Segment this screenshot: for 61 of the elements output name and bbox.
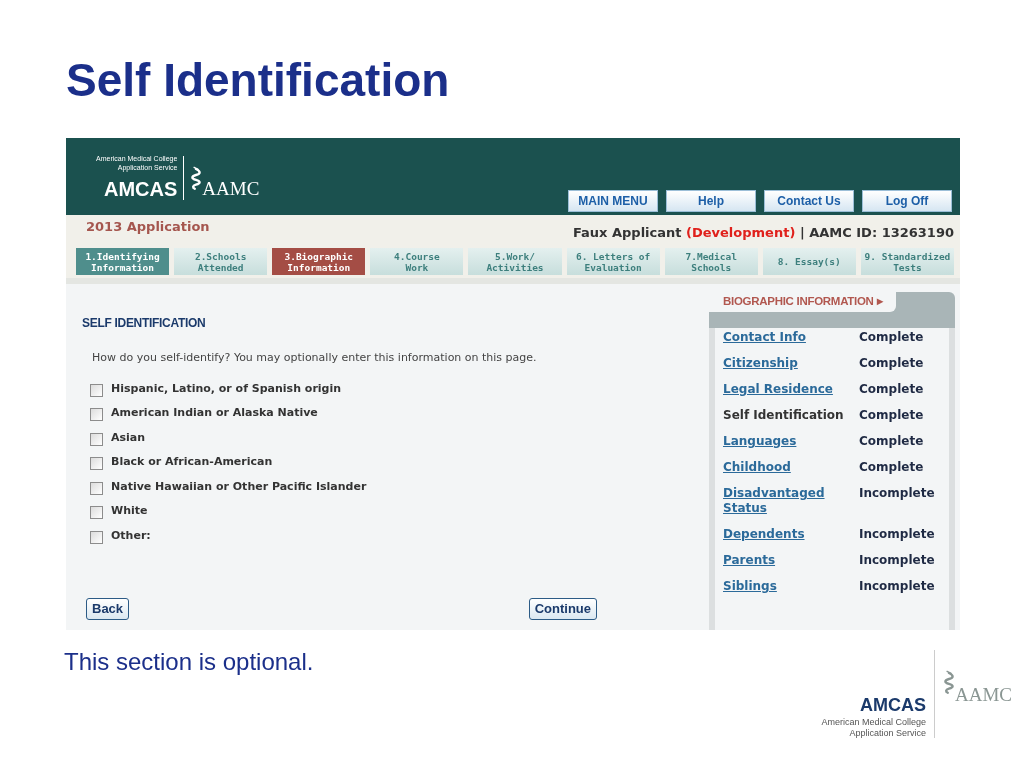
step-tab[interactable]: 9. Standardized Tests [860, 248, 954, 275]
checkbox[interactable] [90, 530, 103, 544]
form-button[interactable]: Continue [528, 598, 597, 620]
section-link[interactable]: Citizenship [723, 356, 859, 371]
checkbox[interactable] [90, 383, 103, 397]
step-tab[interactable]: 2.Schools Attended [174, 248, 268, 275]
step-tab[interactable]: 1.Identifying Information [76, 248, 170, 275]
step-tab[interactable]: 8. Essay(s) [762, 248, 856, 275]
checkbox[interactable] [90, 457, 103, 471]
section-heading: SELF IDENTIFICATION [82, 315, 207, 332]
step-tab[interactable]: 7.Medical Schools [664, 248, 758, 275]
aamc-logo-text: AAMC [955, 685, 1012, 704]
amcas-logo-text: AMCAS [104, 177, 178, 202]
sidebar-heading: BIOGRAPHIC INFORMATION ▸ [709, 292, 897, 312]
slide-title: Self Identification [66, 57, 450, 103]
checkbox[interactable] [90, 481, 103, 495]
nav-button[interactable]: Help [666, 190, 756, 212]
section-status: Complete [859, 356, 924, 371]
section-status: Incomplete [859, 486, 935, 502]
slide-caption: This section is optional. [64, 647, 314, 677]
option-label: Asian [111, 429, 146, 446]
nav-button[interactable]: Contact Us [764, 190, 854, 212]
section-status: Incomplete [859, 579, 935, 594]
step-tab[interactable]: 5.Work/ Activities [468, 248, 562, 275]
question-text: How do you self-identify? You may optionally enter this information on this page. [92, 350, 538, 366]
checkbox[interactable] [90, 432, 103, 446]
application-year: 2013 Application [86, 218, 210, 236]
section-status: Incomplete [859, 527, 935, 542]
option-label: Black or African-American [111, 454, 273, 470]
step-tab[interactable]: 6. Letters of Evaluation [566, 248, 660, 275]
current-section-label: Self Identification [723, 408, 845, 423]
section-link[interactable]: Disadvantaged Status [723, 486, 859, 516]
section-link[interactable]: Contact Info [723, 330, 859, 345]
aamc-logo-text: AAMC [202, 179, 260, 198]
section-link[interactable]: Parents [723, 553, 859, 568]
section-link[interactable]: Languages [723, 434, 859, 449]
option-label: Hispanic, Latino, or of Spanish origin [111, 380, 342, 397]
step-tab[interactable]: 3.Biographic Information [272, 248, 366, 275]
section-link[interactable]: Childhood [723, 460, 859, 475]
logo-org-name: American Medical College Application Service [821, 717, 926, 739]
section-status: Complete [859, 382, 924, 397]
step-tab[interactable]: 4.Course Work [370, 248, 464, 275]
option-label: American Indian or Alaska Native [111, 405, 318, 421]
nav-button[interactable]: MAIN MENU [568, 190, 658, 212]
section-status: Complete [859, 434, 924, 449]
nav-button[interactable]: Log Off [862, 190, 952, 212]
option-label: Other: [111, 527, 151, 544]
option-label: White [111, 503, 148, 519]
amcas-logo-text: AMCAS [860, 696, 926, 714]
section-link[interactable]: Dependents [723, 527, 859, 542]
section-status: Complete [859, 408, 924, 423]
section-status: Complete [859, 460, 924, 475]
section-status: Complete [859, 330, 924, 345]
section-link[interactable]: Legal Residence [723, 382, 859, 397]
form-button[interactable]: Back [86, 598, 130, 620]
checkbox[interactable] [90, 408, 103, 422]
checkbox[interactable] [90, 506, 103, 520]
applicant-info: Faux Applicant (Development) | AAMC ID: 13263190 [572, 224, 954, 242]
section-status: Incomplete [859, 553, 935, 568]
option-label: Native Hawaiian or Other Pacific Islander [111, 478, 367, 495]
section-link[interactable]: Siblings [723, 579, 859, 594]
